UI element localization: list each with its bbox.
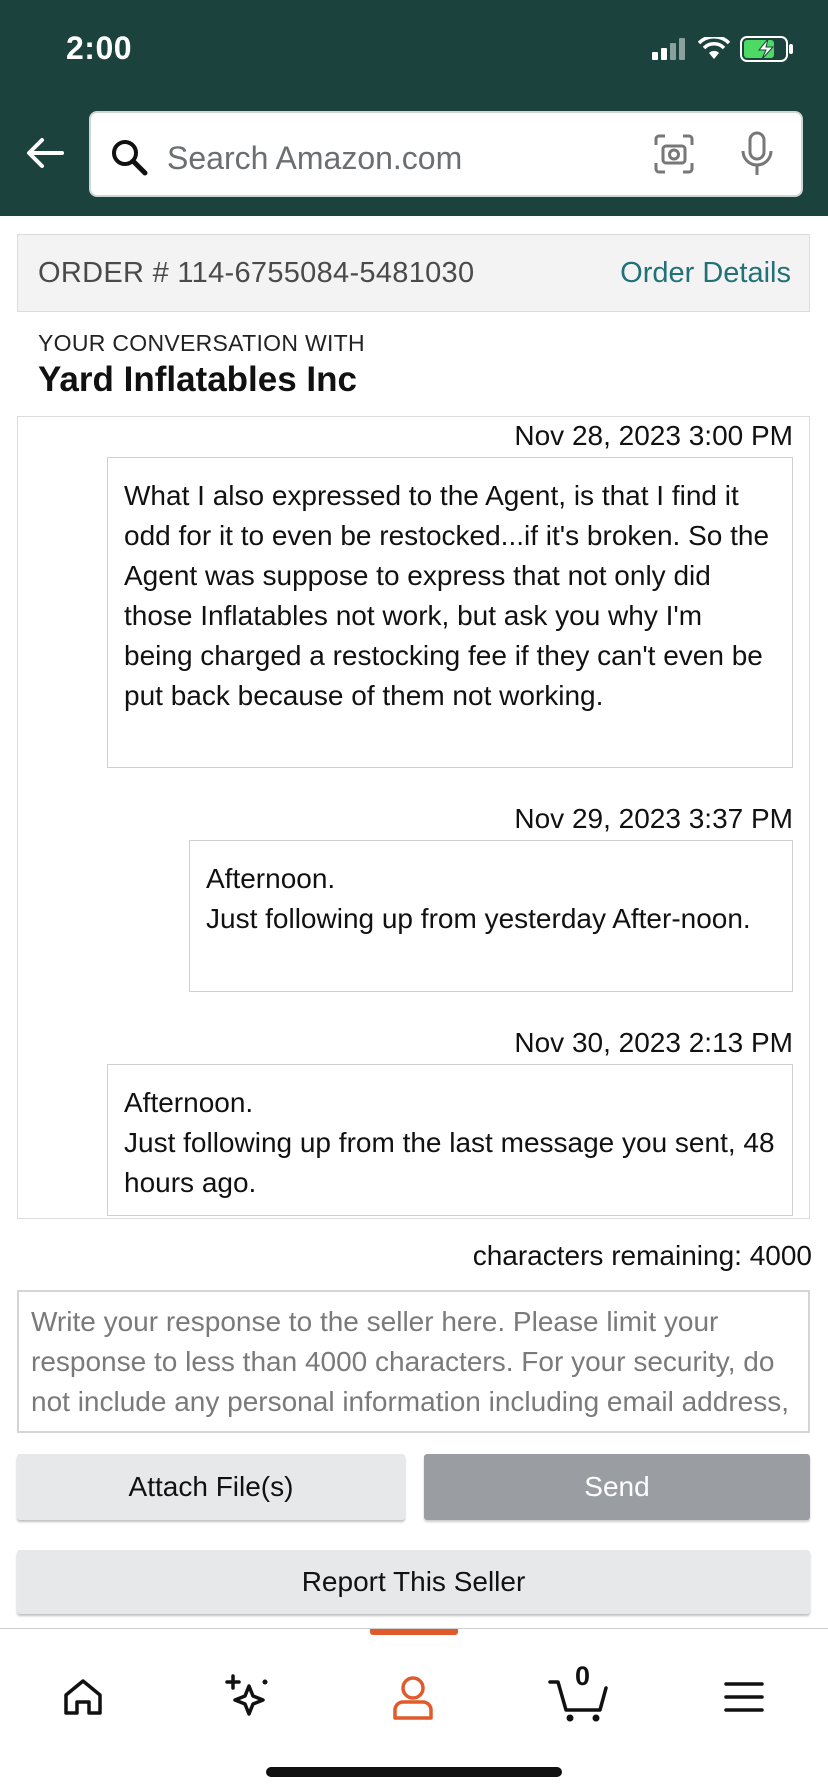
ai-sparkle-icon — [225, 1674, 268, 1716]
cellular-signal-icon — [652, 38, 685, 60]
nav-menu[interactable] — [716, 1669, 772, 1725]
menu-icon — [724, 1682, 764, 1712]
home-icon — [64, 1679, 102, 1715]
app-header: 2:00 Search Amazon.com — [0, 0, 828, 216]
nav-account[interactable] — [385, 1669, 441, 1725]
message-timestamp: Nov 28, 2023 3:00 PM — [514, 420, 793, 451]
message-timestamp: Nov 29, 2023 3:37 PM — [514, 803, 793, 834]
home-indicator — [266, 1767, 562, 1777]
wifi-icon — [698, 37, 730, 59]
message-text: What I also expressed to the Agent, is t… — [124, 480, 770, 711]
order-info-bar: ORDER # 114-6755084-5481030 Order Detail… — [17, 234, 810, 312]
search-bar[interactable]: Search Amazon.com — [89, 111, 803, 197]
attach-files-button[interactable]: Attach File(s) — [17, 1454, 405, 1520]
report-seller-button[interactable]: Report This Seller — [17, 1550, 810, 1614]
search-icon — [112, 140, 148, 176]
cart-count: 0 — [575, 1661, 591, 1691]
message-thread[interactable]: Nov 28, 2023 3:00 PM What I also express… — [17, 416, 810, 1219]
status-time: 2:00 — [66, 30, 133, 66]
nav-home[interactable] — [55, 1669, 111, 1725]
message-text: Afternoon. — [206, 863, 336, 894]
nav-ai[interactable] — [220, 1669, 276, 1725]
message-bubble: Afternoon. Just following up from the la… — [107, 1064, 793, 1216]
message-timestamp: Nov 30, 2023 2:13 PM — [514, 1027, 793, 1058]
search-input[interactable]: Search Amazon.com — [167, 140, 462, 177]
status-icons — [652, 36, 794, 62]
microphone-icon[interactable] — [737, 131, 777, 177]
order-number: ORDER # 114-6755084-5481030 — [38, 257, 475, 289]
seller-name: Yard Inflatables Inc — [38, 360, 357, 399]
order-details-link[interactable]: Order Details — [620, 257, 791, 290]
nav-cart[interactable]: 0 — [548, 1661, 610, 1725]
bottom-nav: 0 — [0, 1628, 828, 1792]
send-button[interactable]: Send — [424, 1454, 810, 1520]
message-bubble: Afternoon. Just following up from yester… — [189, 840, 793, 992]
battery-charging-icon — [740, 36, 793, 62]
response-placeholder: Write your response to the seller here. … — [31, 1306, 789, 1431]
back-arrow-icon[interactable] — [22, 130, 68, 176]
message-bubble: What I also expressed to the Agent, is t… — [107, 457, 793, 768]
active-tab-indicator — [370, 1629, 458, 1635]
message-text: Just following up from yesterday After-n… — [206, 903, 751, 934]
account-icon — [393, 1676, 433, 1720]
camera-scan-icon[interactable] — [653, 133, 695, 175]
response-textarea[interactable]: Write your response to the seller here. … — [17, 1290, 810, 1433]
message-text: Just following up from the last message … — [124, 1127, 775, 1198]
message-text: Afternoon. — [124, 1087, 254, 1118]
characters-remaining: characters remaining: 4000 — [472, 1240, 812, 1271]
conversation-label: YOUR CONVERSATION WITH — [38, 330, 365, 356]
